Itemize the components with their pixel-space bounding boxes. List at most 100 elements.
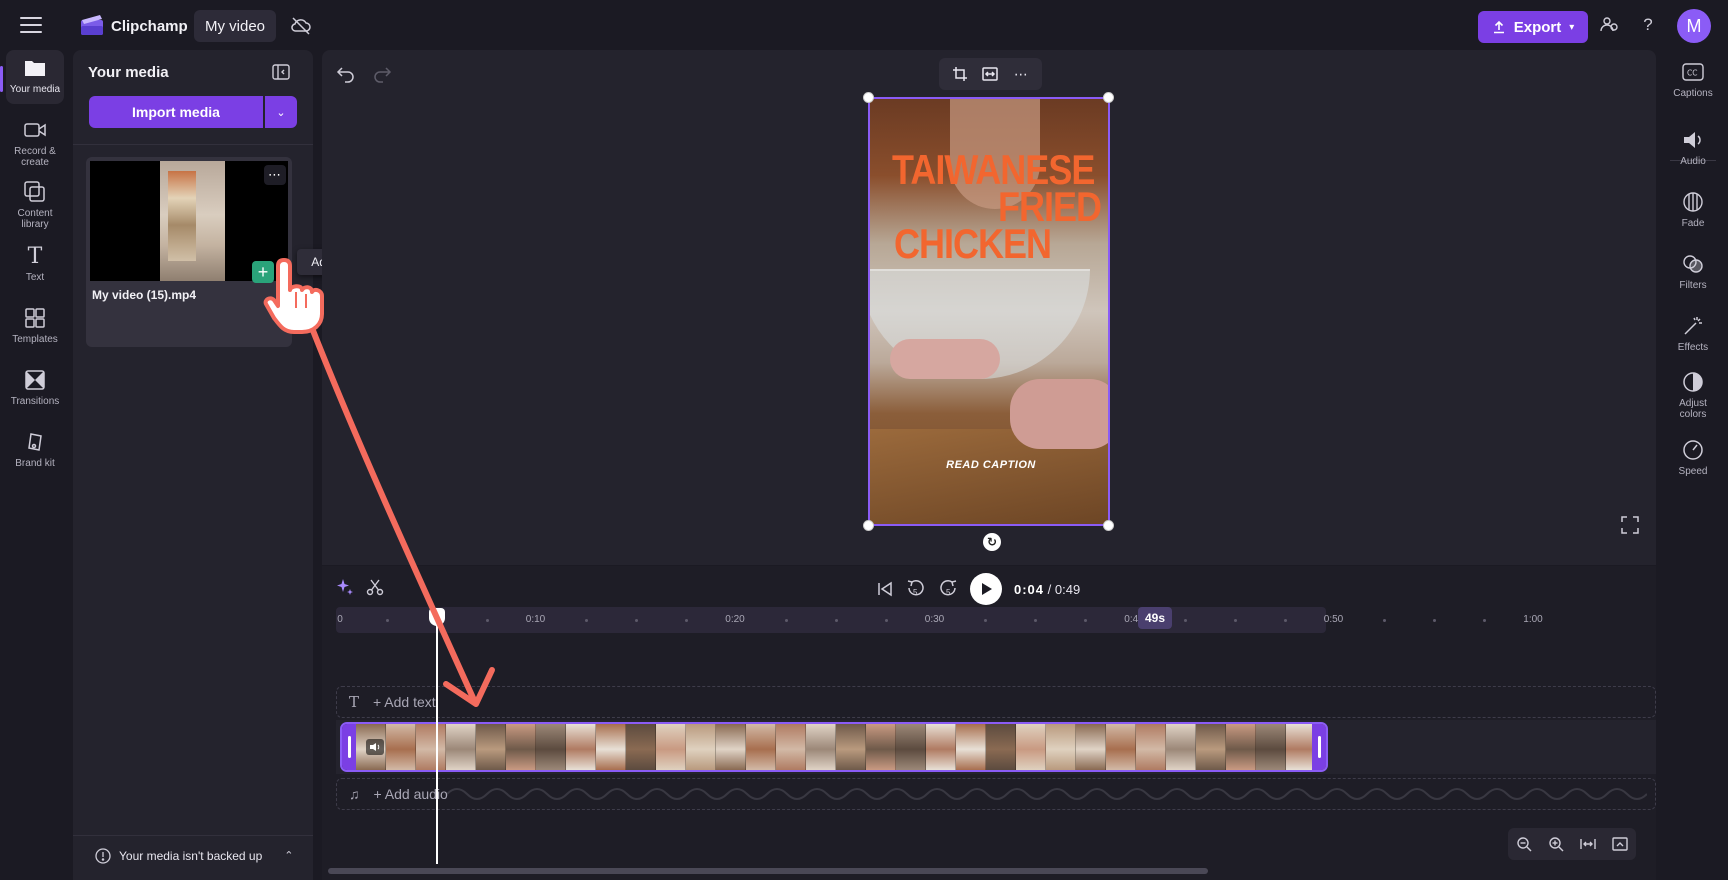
nav-brand-kit[interactable]: Brand kit bbox=[6, 424, 64, 476]
nav-record-create[interactable]: Record & create bbox=[6, 112, 64, 170]
clip-audio-speaker-icon[interactable] bbox=[366, 739, 384, 755]
nav-label: Content library bbox=[17, 208, 53, 230]
clip-frame-thumbnail bbox=[476, 724, 506, 770]
video-preview[interactable]: TAIWANESE FRIED CHICKEN READ CAPTION bbox=[868, 97, 1110, 526]
add-text-label[interactable]: + Add text bbox=[373, 694, 436, 710]
timeline-horizontal-scrollbar[interactable] bbox=[328, 868, 1208, 874]
clip-frame-thumbnail bbox=[506, 724, 536, 770]
video-caption-text: READ CAPTION bbox=[946, 459, 1036, 471]
project-name-tab[interactable]: My video bbox=[194, 10, 276, 42]
clip-frame-thumbnail bbox=[416, 724, 446, 770]
nav-content-library[interactable]: Content library bbox=[6, 174, 64, 232]
zoom-in-icon[interactable] bbox=[1546, 834, 1566, 854]
media-panel: Your media Import media ⌄ ⋯ + My video (… bbox=[73, 50, 313, 880]
add-to-timeline-button[interactable]: + bbox=[252, 261, 274, 283]
left-navigation: Your media Record & create Content libra… bbox=[0, 50, 72, 880]
tool-label: Adjust colors bbox=[1679, 398, 1707, 420]
nav-templates[interactable]: Templates bbox=[6, 300, 64, 352]
text-track[interactable]: T + Add text bbox=[336, 686, 1656, 718]
ruler-tick-dot bbox=[884, 619, 888, 622]
ai-sparkle-icon[interactable] bbox=[334, 576, 356, 598]
forward-5-icon[interactable]: 5 bbox=[938, 578, 958, 600]
share-users-icon[interactable] bbox=[1598, 14, 1620, 36]
captions-tool[interactable]: CC Captions bbox=[1662, 60, 1724, 99]
clip-frame-thumbnail bbox=[1256, 724, 1286, 770]
clip-frame-thumbnail bbox=[986, 724, 1016, 770]
more-options-icon[interactable]: ⋯ bbox=[264, 165, 286, 185]
playhead-handle[interactable] bbox=[429, 608, 445, 626]
nav-your-media[interactable]: Your media bbox=[6, 50, 64, 104]
adjust-colors-tool[interactable]: Adjust colors bbox=[1662, 370, 1724, 420]
clip-frame-thumbnail bbox=[1166, 724, 1196, 770]
import-options-chevron-icon[interactable]: ⌄ bbox=[265, 96, 297, 128]
fit-timeline-icon[interactable] bbox=[1578, 834, 1598, 854]
clip-frame-thumbnail bbox=[656, 724, 686, 770]
nav-transitions[interactable]: Transitions bbox=[6, 362, 64, 414]
fade-icon bbox=[1681, 190, 1705, 214]
preview-floating-toolbar: ⋯ bbox=[939, 58, 1042, 90]
nav-text[interactable]: T Text bbox=[6, 238, 64, 290]
scissors-icon[interactable] bbox=[364, 576, 386, 598]
play-button[interactable] bbox=[970, 573, 1002, 605]
upload-icon bbox=[1493, 20, 1504, 34]
rewind-5-icon[interactable]: 5 bbox=[906, 578, 926, 600]
tool-label: Captions bbox=[1673, 88, 1713, 99]
fade-tool[interactable]: Fade bbox=[1662, 190, 1724, 229]
import-media-button[interactable]: Import media bbox=[89, 96, 263, 128]
rotate-icon[interactable]: ↻ bbox=[983, 533, 1001, 551]
backup-status-text: Your media isn't backed up bbox=[119, 848, 263, 863]
export-button[interactable]: Export ▾ bbox=[1478, 11, 1588, 43]
tool-label: Filters bbox=[1679, 280, 1707, 291]
media-item[interactable]: ⋯ + My video (15).mp4 bbox=[86, 157, 292, 347]
clip-trim-handle-right[interactable] bbox=[1312, 724, 1326, 770]
undo-icon[interactable] bbox=[335, 62, 357, 84]
playback-controls: 5 5 0:04 / 0:49 bbox=[876, 572, 1116, 606]
help-icon[interactable]: ? bbox=[1637, 14, 1659, 36]
audio-track[interactable]: ♫ + Add audio bbox=[336, 778, 1656, 810]
folder-icon bbox=[23, 56, 47, 80]
resize-handle-bottom-left[interactable] bbox=[863, 520, 874, 531]
redo-icon[interactable] bbox=[371, 62, 393, 84]
cloud-off-icon[interactable] bbox=[290, 15, 312, 37]
backup-status-bar[interactable]: Your media isn't backed up ⌃ bbox=[73, 835, 313, 875]
expand-timeline-icon[interactable] bbox=[1610, 834, 1630, 854]
text-icon: T bbox=[27, 243, 43, 269]
effects-tool[interactable]: Effects bbox=[1662, 314, 1724, 353]
clip-frame-thumbnail bbox=[626, 724, 656, 770]
clip-trim-handle-left[interactable] bbox=[342, 724, 356, 770]
speed-tool[interactable]: Speed bbox=[1662, 438, 1724, 477]
chevron-down-icon: ▾ bbox=[1569, 21, 1575, 33]
resize-handle-top-right[interactable] bbox=[1103, 92, 1114, 103]
hamburger-menu-icon[interactable] bbox=[20, 14, 42, 36]
resize-handle-top-left[interactable] bbox=[863, 92, 874, 103]
resize-handle-bottom-right[interactable] bbox=[1103, 520, 1114, 531]
crop-icon[interactable] bbox=[949, 63, 971, 85]
text-track-icon: T bbox=[349, 693, 360, 711]
video-clip[interactable] bbox=[340, 722, 1328, 772]
skip-to-start-icon[interactable] bbox=[876, 580, 894, 598]
adjust-colors-icon bbox=[1681, 370, 1705, 394]
video-title-line-3: CHICKEN bbox=[894, 219, 1052, 267]
clip-frame-thumbnail bbox=[536, 724, 566, 770]
more-options-icon[interactable]: ⋯ bbox=[1010, 63, 1032, 85]
play-icon bbox=[982, 583, 992, 595]
fullscreen-icon[interactable] bbox=[1621, 516, 1639, 534]
clip-frame-thumbnail bbox=[806, 724, 836, 770]
ruler-tick-dot bbox=[385, 619, 389, 622]
brand-kit-icon bbox=[23, 430, 47, 454]
chevron-up-icon[interactable]: ⌃ bbox=[284, 849, 293, 862]
effects-icon bbox=[1681, 314, 1705, 338]
avatar[interactable]: M bbox=[1677, 9, 1711, 43]
clip-frame-thumbnail bbox=[956, 724, 986, 770]
tool-label: Audio bbox=[1680, 156, 1706, 167]
timeline-ruler[interactable]: 0 0:10 0:20 0:30 0:40 0:50 1:00 49s bbox=[336, 607, 1656, 633]
filters-tool[interactable]: Filters bbox=[1662, 252, 1724, 291]
library-icon bbox=[23, 180, 47, 204]
collapse-panel-icon[interactable] bbox=[271, 62, 291, 82]
audio-tool[interactable]: Audio bbox=[1662, 128, 1724, 167]
fit-icon[interactable] bbox=[979, 63, 1001, 85]
playhead[interactable] bbox=[436, 612, 438, 864]
media-filename: My video (15).mp4 bbox=[92, 288, 197, 302]
zoom-out-icon[interactable] bbox=[1514, 834, 1534, 854]
music-note-icon: ♫ bbox=[349, 786, 360, 802]
